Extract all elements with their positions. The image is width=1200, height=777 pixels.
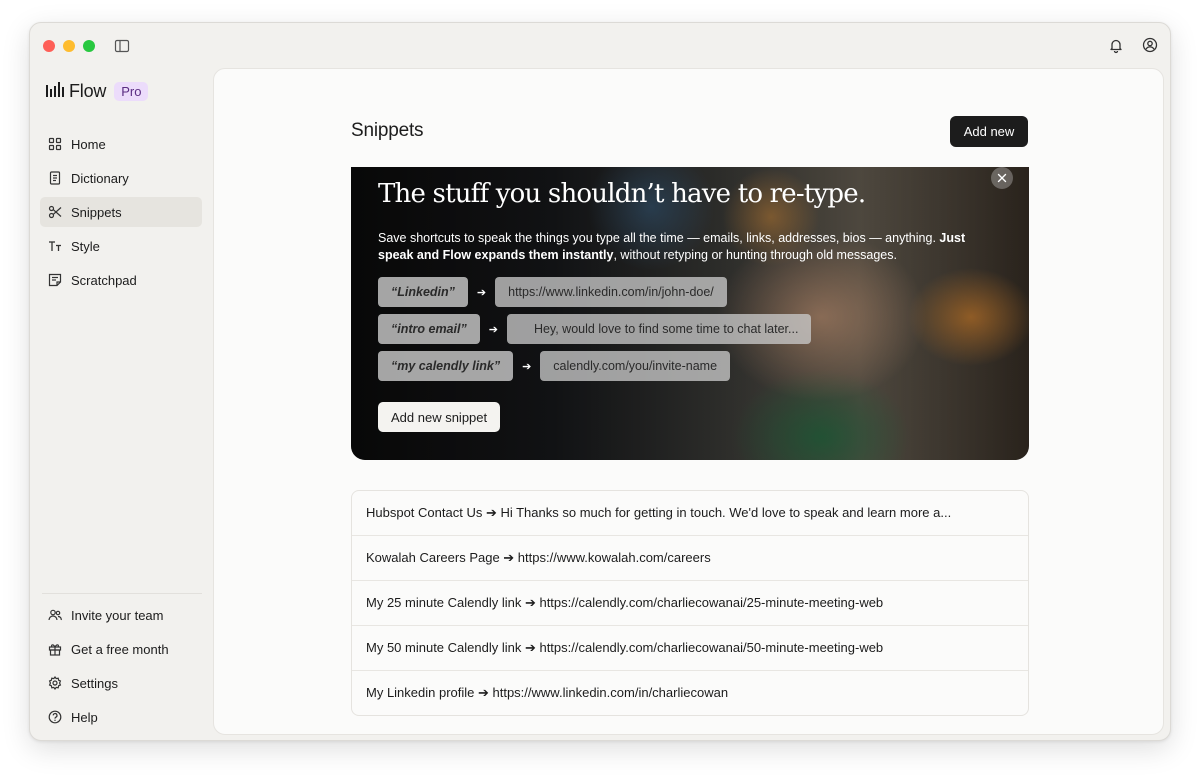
- example-expansion-chip: Hey, would love to find some time to cha…: [506, 314, 812, 344]
- app-name: Flow: [69, 81, 107, 101]
- snippets-promo-banner: The stuff you shouldn’t have to re-type.…: [351, 167, 1029, 460]
- snippet-row[interactable]: My 25 minute Calendly link ➔ https://cal…: [352, 581, 1028, 626]
- arrow-right-icon: ➔: [488, 323, 498, 336]
- snippet-row[interactable]: Hubspot Contact Us ➔ Hi Thanks so much f…: [352, 491, 1028, 536]
- main-content: Snippets Add new The stuff you shouldn’t…: [213, 68, 1164, 735]
- brand: Flow Pro: [45, 80, 149, 103]
- example-trigger-chip: “intro email”: [378, 314, 480, 344]
- banner-description: Save shortcuts to speak the things you t…: [378, 230, 998, 264]
- example-trigger-chip: “my calendly link”: [378, 351, 514, 381]
- help-icon: [48, 710, 62, 724]
- example-row: “my calendly link” ➔ calendly.com/you/in…: [378, 351, 731, 381]
- note-icon: [48, 273, 62, 287]
- example-row: “Linkedin” ➔ https://www.linkedin.com/in…: [378, 277, 727, 307]
- app-window: Flow Pro Home Dictionary Snippets Style: [29, 22, 1171, 741]
- pro-badge: Pro: [114, 82, 149, 101]
- sidebar-item-style[interactable]: Style: [40, 231, 202, 261]
- sidebar-item-label: Snippets: [71, 204, 122, 220]
- book-icon: [48, 171, 62, 185]
- sidebar-divider: [42, 593, 202, 594]
- bell-icon[interactable]: [1107, 36, 1125, 54]
- account-icon[interactable]: [1141, 36, 1159, 54]
- sidebar-item-dictionary[interactable]: Dictionary: [40, 163, 202, 193]
- scissors-icon: [48, 205, 62, 219]
- sidebar-item-label: Dictionary: [71, 170, 129, 186]
- sidebar-item-label: Style: [71, 238, 100, 254]
- sidebar-item-home[interactable]: Home: [40, 129, 202, 159]
- sidebar-item-label: Settings: [71, 675, 118, 691]
- sidebar-item-snippets[interactable]: Snippets: [40, 197, 202, 227]
- sidebar-item-scratchpad[interactable]: Scratchpad: [40, 265, 202, 295]
- grid-icon: [48, 137, 62, 151]
- sidebar-bottom-nav: Invite your team Get a free month Settin…: [40, 600, 202, 736]
- sidebar-item-label: Help: [71, 709, 98, 725]
- banner-description-text: Save shortcuts to speak the things you t…: [378, 231, 936, 245]
- zoom-window-button[interactable]: [83, 40, 95, 52]
- banner-close-icon[interactable]: [991, 167, 1013, 189]
- sidebar-item-label: Invite your team: [71, 607, 164, 623]
- snippet-list: Hubspot Contact Us ➔ Hi Thanks so much f…: [351, 490, 1029, 716]
- users-icon: [48, 608, 62, 622]
- text-style-icon: [48, 239, 62, 253]
- window-controls: [43, 40, 95, 52]
- snippet-row[interactable]: Kowalah Careers Page ➔ https://www.kowal…: [352, 536, 1028, 581]
- minimize-window-button[interactable]: [63, 40, 75, 52]
- sidebar-item-invite-team[interactable]: Invite your team: [40, 600, 202, 630]
- sidebar-toggle-icon[interactable]: [113, 37, 131, 55]
- sidebar-item-label: Scratchpad: [71, 272, 137, 288]
- sidebar-item-label: Get a free month: [71, 641, 169, 657]
- page-title: Snippets: [351, 120, 424, 141]
- example-expansion-chip: https://www.linkedin.com/in/john-doe/: [495, 277, 727, 307]
- sidebar-item-help[interactable]: Help: [40, 702, 202, 732]
- snippet-row[interactable]: My Linkedin profile ➔ https://www.linked…: [352, 671, 1028, 715]
- gear-icon: [48, 676, 62, 690]
- snippet-row[interactable]: My 50 minute Calendly link ➔ https://cal…: [352, 626, 1028, 671]
- example-expansion-chip: calendly.com/you/invite-name: [540, 351, 731, 381]
- sidebar-item-label: Home: [71, 136, 106, 152]
- sidebar-item-free-month[interactable]: Get a free month: [40, 634, 202, 664]
- sidebar: Flow Pro Home Dictionary Snippets Style: [30, 67, 212, 740]
- banner-description-tail: , without retyping or hunting through ol…: [613, 248, 897, 262]
- arrow-right-icon: ➔: [476, 286, 487, 299]
- arrow-right-icon: ➔: [522, 360, 532, 373]
- add-new-snippet-button[interactable]: Add new snippet: [378, 402, 501, 432]
- gift-icon: [48, 642, 62, 656]
- flow-logo-icon: [45, 80, 65, 103]
- example-trigger-chip: “Linkedin”: [378, 277, 468, 307]
- close-window-button[interactable]: [43, 40, 55, 52]
- banner-heading: The stuff you shouldn’t have to re-type.: [378, 179, 866, 209]
- add-new-button[interactable]: Add new: [950, 116, 1028, 147]
- example-row: “intro email” ➔ Hey, would love to find …: [378, 314, 812, 344]
- sidebar-nav: Home Dictionary Snippets Style Scratchpa…: [40, 129, 202, 299]
- sidebar-item-settings[interactable]: Settings: [40, 668, 202, 698]
